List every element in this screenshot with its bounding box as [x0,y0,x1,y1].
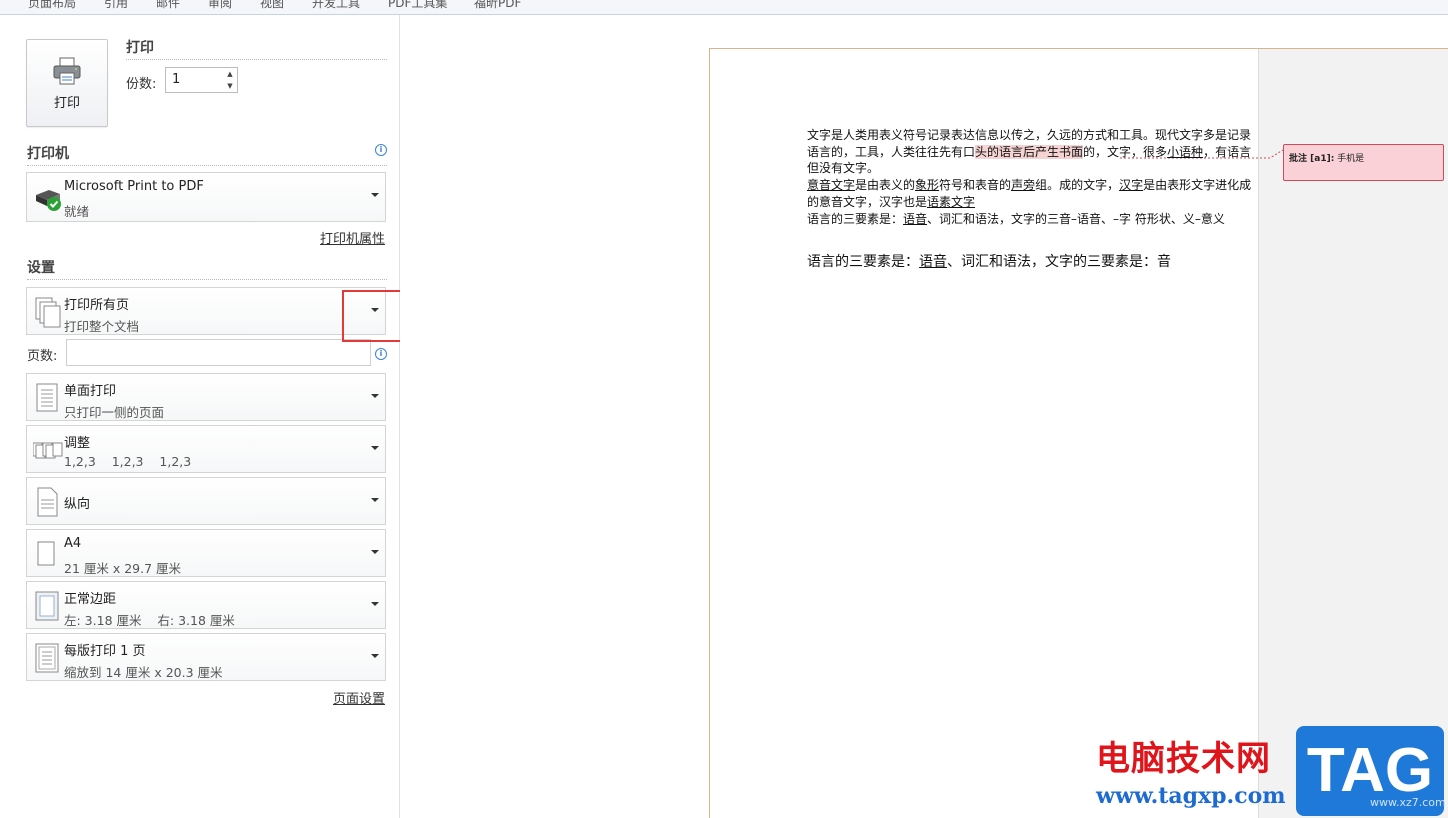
page-setup-link[interactable]: 页面设置 [333,688,385,707]
copies-label: 份数: [126,77,157,92]
sides-select[interactable]: 单面打印 只打印一侧的页面 [26,373,386,421]
pages-per-sheet-select[interactable]: 每版打印 1 页 缩放到 14 厘米 x 20.3 厘米 [26,633,386,681]
chevron-down-icon [371,602,379,606]
pages-per-sheet-icon [35,643,59,673]
orientation-select[interactable]: 纵向 [26,477,386,525]
printer-status: 就绪 [64,204,90,219]
comment-balloon: 批注 [a1]: 手机是 [1283,144,1444,181]
printer-select[interactable]: Microsoft Print to PDF 就绪 [26,172,386,222]
chevron-down-icon [371,193,379,197]
print-button-label: 打印 [53,95,80,111]
margins-title: 正常边距 [64,592,117,607]
portrait-icon [37,487,58,517]
tab-references[interactable]: 引用 [104,0,128,11]
paper-size-title: A4 [64,536,82,551]
paragraph-1: 文字是人类用表义符号记录表达信息以传之，久远的方式和工具。现代文字多是记录语言的… [807,128,1252,176]
orientation-title: 纵向 [64,497,91,512]
document-body: 文字是人类用表义符号记录表达信息以传之，久远的方式和工具。现代文字多是记录语言的… [807,127,1254,227]
pages-per-sheet-title: 每版打印 1 页 [64,644,146,659]
watermark-title: 电脑技术网 [1096,739,1271,779]
single-side-icon [36,383,58,412]
chevron-down-icon [371,394,379,398]
print-section-title: 打印 [126,40,154,56]
tab-developer[interactable]: 开发工具 [312,0,360,11]
printer-icon [53,57,81,84]
pages-input[interactable] [66,339,371,366]
info-icon[interactable]: i [375,348,387,360]
ribbon-tabs: 页面布局 引用 邮件 审阅 视图 开发工具 PDF工具集 福昕PDF [0,0,1448,15]
divider [126,59,387,60]
tab-pdf-tools[interactable]: PDF工具集 [388,0,447,11]
paragraph-2: 意音文字是由表义的象形符号和表音的声旁组。成的文字，汉字是由表形文字进化成的意音… [807,178,1252,209]
tab-mailings[interactable]: 邮件 [156,0,180,11]
spin-down-icon[interactable]: ▼ [224,81,236,92]
settings-section-title: 设置 [27,260,55,276]
paper-size-select[interactable]: A4 21 厘米 x 29.7 厘米 [26,529,386,577]
copies-stepper[interactable]: 1 ▲ ▼ [165,67,238,93]
chevron-down-icon [371,446,379,450]
sides-title: 单面打印 [64,384,117,399]
tab-page-layout[interactable]: 页面布局 [28,0,76,11]
print-range-select[interactable]: 打印所有页 打印整个文档 [26,287,386,335]
chevron-down-icon [371,550,379,554]
info-icon[interactable]: i [375,144,387,156]
printer-name: Microsoft Print to PDF [64,179,204,194]
collate-icon [33,442,63,459]
tab-view[interactable]: 视图 [260,0,284,11]
tab-foxit-pdf[interactable]: 福昕PDF [474,0,521,11]
chevron-down-icon [371,498,379,502]
collate-select[interactable]: 调整 1,2,3 1,2,3 1,2,3 [26,425,386,473]
printer-ready-icon [36,190,61,211]
watermark-url: www.tagxp.com [1096,783,1286,809]
divider [27,165,387,166]
printer-section-title: 打印机 [27,146,69,162]
margins-desc: 左: 3.18 厘米 右: 3.18 厘米 [64,613,235,628]
print-range-title: 打印所有页 [64,298,130,313]
watermark-small-url: www.xz7.com [1370,796,1446,809]
print-button[interactable]: 打印 [26,39,108,127]
sides-desc: 只打印一侧的页面 [64,405,165,420]
paper-size-icon [37,541,55,566]
pages-label: 页数: [27,349,58,364]
pages-icon [35,297,61,328]
spin-up-icon[interactable]: ▲ [224,69,236,80]
print-settings-panel: 打印 打印 份数: 1 ▲ ▼ 打印机 i Microsoft Print to… [0,15,400,818]
collate-title: 调整 [64,436,91,451]
tab-review[interactable]: 审阅 [208,0,232,11]
print-range-desc: 打印整个文档 [64,319,140,334]
paper-size-desc: 21 厘米 x 29.7 厘米 [64,561,182,576]
pages-per-sheet-desc: 缩放到 14 厘米 x 20.3 厘米 [64,665,223,680]
margins-select[interactable]: 正常边距 左: 3.18 厘米 右: 3.18 厘米 [26,581,386,629]
margins-icon [35,591,59,621]
copies-value: 1 [172,72,181,87]
divider [27,279,387,280]
chevron-down-icon [371,654,379,658]
paragraph-3: 语言的三要素是：语音、词汇和语法，文字的三音–语音、–字 符形状、义–意义 [807,211,1225,226]
paragraph-4: 语言的三要素是：语音、词汇和语法，文字的三要素是：音 [807,254,1171,270]
highlight-box [342,290,406,342]
collate-desc: 1,2,3 1,2,3 1,2,3 [64,454,192,469]
printer-properties-link[interactable]: 打印机属性 [320,228,385,247]
